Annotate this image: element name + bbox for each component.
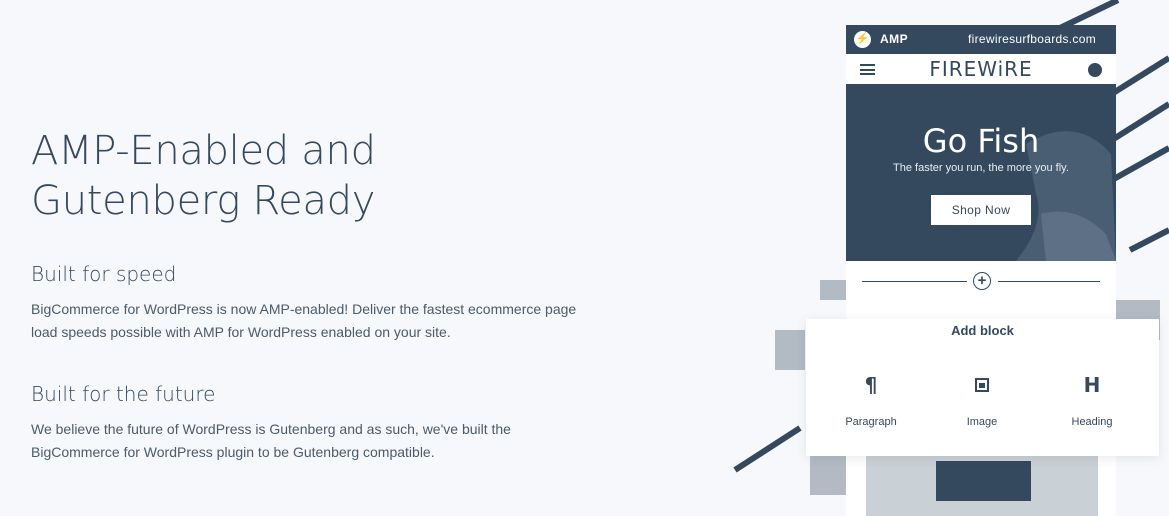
amp-domain: firewiresurfboards.com [968, 32, 1096, 46]
section-headline: AMP-Enabled and Gutenberg Ready [31, 126, 376, 226]
shop-now-button[interactable]: Shop Now [931, 195, 1031, 225]
feature-body-speed-line-2: load speeds possible with AMP for WordPr… [31, 324, 451, 340]
feature-body-speed-line-1: BigCommerce for WordPress is now AMP-ena… [31, 301, 577, 317]
feature-body-speed: BigCommerce for WordPress is now AMP-ena… [31, 298, 601, 344]
amp-bar: ⚡ AMP firewiresurfboards.com [846, 25, 1116, 54]
hero-subtitle: The faster you run, the more you fly. [893, 162, 1069, 174]
feature-title-speed: Built for speed [31, 262, 177, 286]
paragraph-icon: ¶ [864, 373, 878, 397]
block-label-image: Image [966, 416, 998, 428]
amp-label: AMP [880, 32, 909, 46]
block-option-heading[interactable]: H Heading [1037, 374, 1147, 428]
hero-banner: Go Fish The faster you run, the more you… [846, 84, 1116, 261]
headline-line-1: AMP-Enabled and [31, 128, 376, 174]
plus-circle-icon[interactable]: + [973, 272, 991, 290]
block-option-paragraph[interactable]: ¶ Paragraph [816, 374, 926, 428]
image-icon [975, 378, 989, 392]
lightning-icon: ⚡ [854, 31, 871, 48]
feature-body-future-line-1: We believe the future of WordPress is Gu… [31, 421, 511, 437]
cart-icon[interactable] [1088, 63, 1102, 77]
heading-icon: H [1083, 373, 1101, 397]
brand-logo[interactable]: FIREWiRE [846, 57, 1116, 81]
block-label-heading: Heading [1071, 416, 1113, 428]
headline-line-2: Gutenberg Ready [31, 178, 376, 224]
inserter-line-right [998, 281, 1100, 282]
block-inserter: + [846, 261, 1116, 301]
feature-body-future-line-2: BigCommerce for WordPress plugin to be G… [31, 444, 435, 460]
hero-title: Go Fish [922, 122, 1040, 160]
block-label-paragraph: Paragraph [845, 416, 897, 428]
site-nav: FIREWiRE [846, 54, 1116, 84]
inserter-line-left [862, 281, 967, 282]
feature-body-future: We believe the future of WordPress is Gu… [31, 418, 601, 464]
add-block-title: Add block [951, 323, 1014, 338]
block-option-image[interactable]: Image [927, 374, 1037, 428]
feature-title-future: Built for the future [31, 382, 216, 406]
product-photo [866, 451, 1098, 516]
add-block-panel: Add block ¶ Paragraph Image H Heading [806, 319, 1159, 456]
